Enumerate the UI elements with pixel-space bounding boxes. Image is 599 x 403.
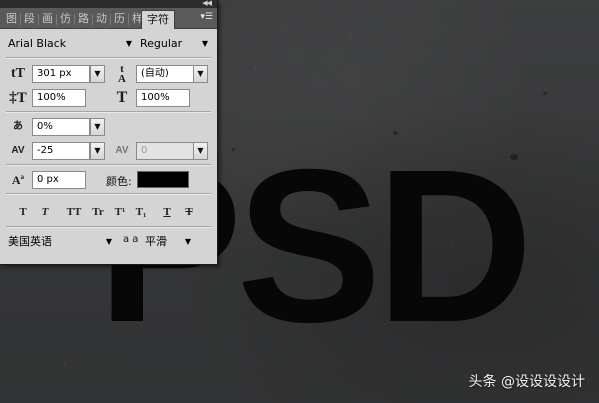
tab-divider [20, 14, 21, 25]
antialias-value: 平滑 [145, 235, 167, 248]
watermark-text: 头条 @设设设设计 [468, 374, 585, 390]
strikethrough-button[interactable]: T [182, 205, 196, 219]
tsume-icon: あ [13, 121, 23, 132]
section-divider [6, 226, 211, 228]
chevron-down-icon: ▼ [125, 39, 132, 48]
panel-title-strip[interactable]: ◀◀ [0, 0, 217, 8]
section-divider [6, 111, 211, 113]
horizontal-scale-icon: T [116, 89, 128, 106]
tsume-field[interactable]: 0% [32, 118, 90, 136]
language-select[interactable]: 美国英语 ▼ [8, 233, 112, 251]
vertical-scale-icon: ‡T [9, 90, 27, 106]
baseline-shift-icon: Aª [11, 173, 25, 187]
tsume-dropdown[interactable]: ▼ [90, 118, 105, 136]
faux-italic-button[interactable]: T [38, 205, 52, 219]
tab-divider [56, 14, 57, 25]
tab-clone[interactable]: 仿 [60, 10, 71, 28]
leading-field[interactable]: (自动) [136, 65, 194, 83]
texture-speck [349, 34, 351, 36]
font-family-select[interactable]: Arial Black ▼ [8, 35, 132, 53]
font-style-select[interactable]: Regular ▼ [140, 35, 208, 53]
panel-menu-icon[interactable]: ▾☰ [200, 12, 213, 22]
baseline-shift-field[interactable]: 0 px [32, 171, 86, 189]
leading-dropdown[interactable]: ▼ [193, 65, 208, 83]
chevron-down-icon: ▼ [105, 237, 112, 246]
font-family-value: Arial Black [8, 37, 67, 50]
tab-divider [128, 14, 129, 25]
kerning-field[interactable]: -25 [32, 142, 90, 160]
tab-actions[interactable]: 动 [96, 10, 107, 28]
kerning-icon: AV [11, 145, 25, 156]
chevron-down-icon: ▼ [201, 39, 208, 48]
tracking-field: 0 [136, 142, 194, 160]
font-style-value: Regular [140, 37, 183, 50]
section-divider [6, 164, 211, 166]
superscript-button[interactable]: T¹ [111, 205, 129, 219]
leading-icon: tA [118, 63, 126, 85]
texture-speck [543, 92, 547, 95]
tab-character[interactable]: 字符 [141, 10, 175, 29]
tab-paths[interactable]: 路 [78, 10, 89, 28]
section-divider [6, 57, 211, 59]
antialias-select[interactable]: 平滑 ▼ [145, 233, 191, 251]
tab-image[interactable]: 图 [6, 10, 17, 28]
texture-speck [254, 66, 256, 68]
all-caps-button[interactable]: TT [64, 205, 84, 219]
tab-brush[interactable]: 画 [42, 10, 53, 28]
font-size-field[interactable]: 301 px [32, 65, 90, 83]
tab-history[interactable]: 历 [114, 10, 125, 28]
small-caps-button[interactable]: Tr [88, 205, 108, 219]
panel-tab-bar: 图 段 画 仿 路 动 历 样 字符 ▾☰ [0, 8, 217, 29]
tab-paragraph[interactable]: 段 [24, 10, 35, 28]
character-panel: ◀◀ 图 段 画 仿 路 动 历 样 字符 ▾☰ Arial Black ▼ R… [0, 0, 218, 265]
font-size-dropdown[interactable]: ▼ [90, 65, 105, 83]
underline-button[interactable]: T [160, 205, 174, 219]
collapse-panel-icon[interactable]: ◀◀ [202, 0, 212, 7]
tracking-icon: AV [115, 145, 129, 156]
tab-divider [110, 14, 111, 25]
text-color-swatch[interactable] [137, 171, 189, 188]
antialias-icon: a a [123, 234, 139, 245]
language-value: 美国英语 [8, 235, 52, 248]
kerning-dropdown[interactable]: ▼ [90, 142, 105, 160]
horizontal-scale-field[interactable]: 100% [136, 89, 190, 107]
subscript-button[interactable]: T₁ [132, 205, 150, 219]
tab-divider [92, 14, 93, 25]
chevron-down-icon: ▼ [184, 237, 191, 246]
texture-speck [64, 362, 66, 364]
tab-divider [38, 14, 39, 25]
faux-bold-button[interactable]: T [16, 205, 30, 219]
vertical-scale-field[interactable]: 100% [32, 89, 86, 107]
tracking-dropdown[interactable]: ▼ [193, 142, 208, 160]
section-divider [6, 193, 211, 195]
color-label: 颜色: [106, 175, 132, 188]
font-size-icon: tT [11, 66, 25, 81]
texture-speck [281, 26, 283, 28]
tab-divider [74, 14, 75, 25]
